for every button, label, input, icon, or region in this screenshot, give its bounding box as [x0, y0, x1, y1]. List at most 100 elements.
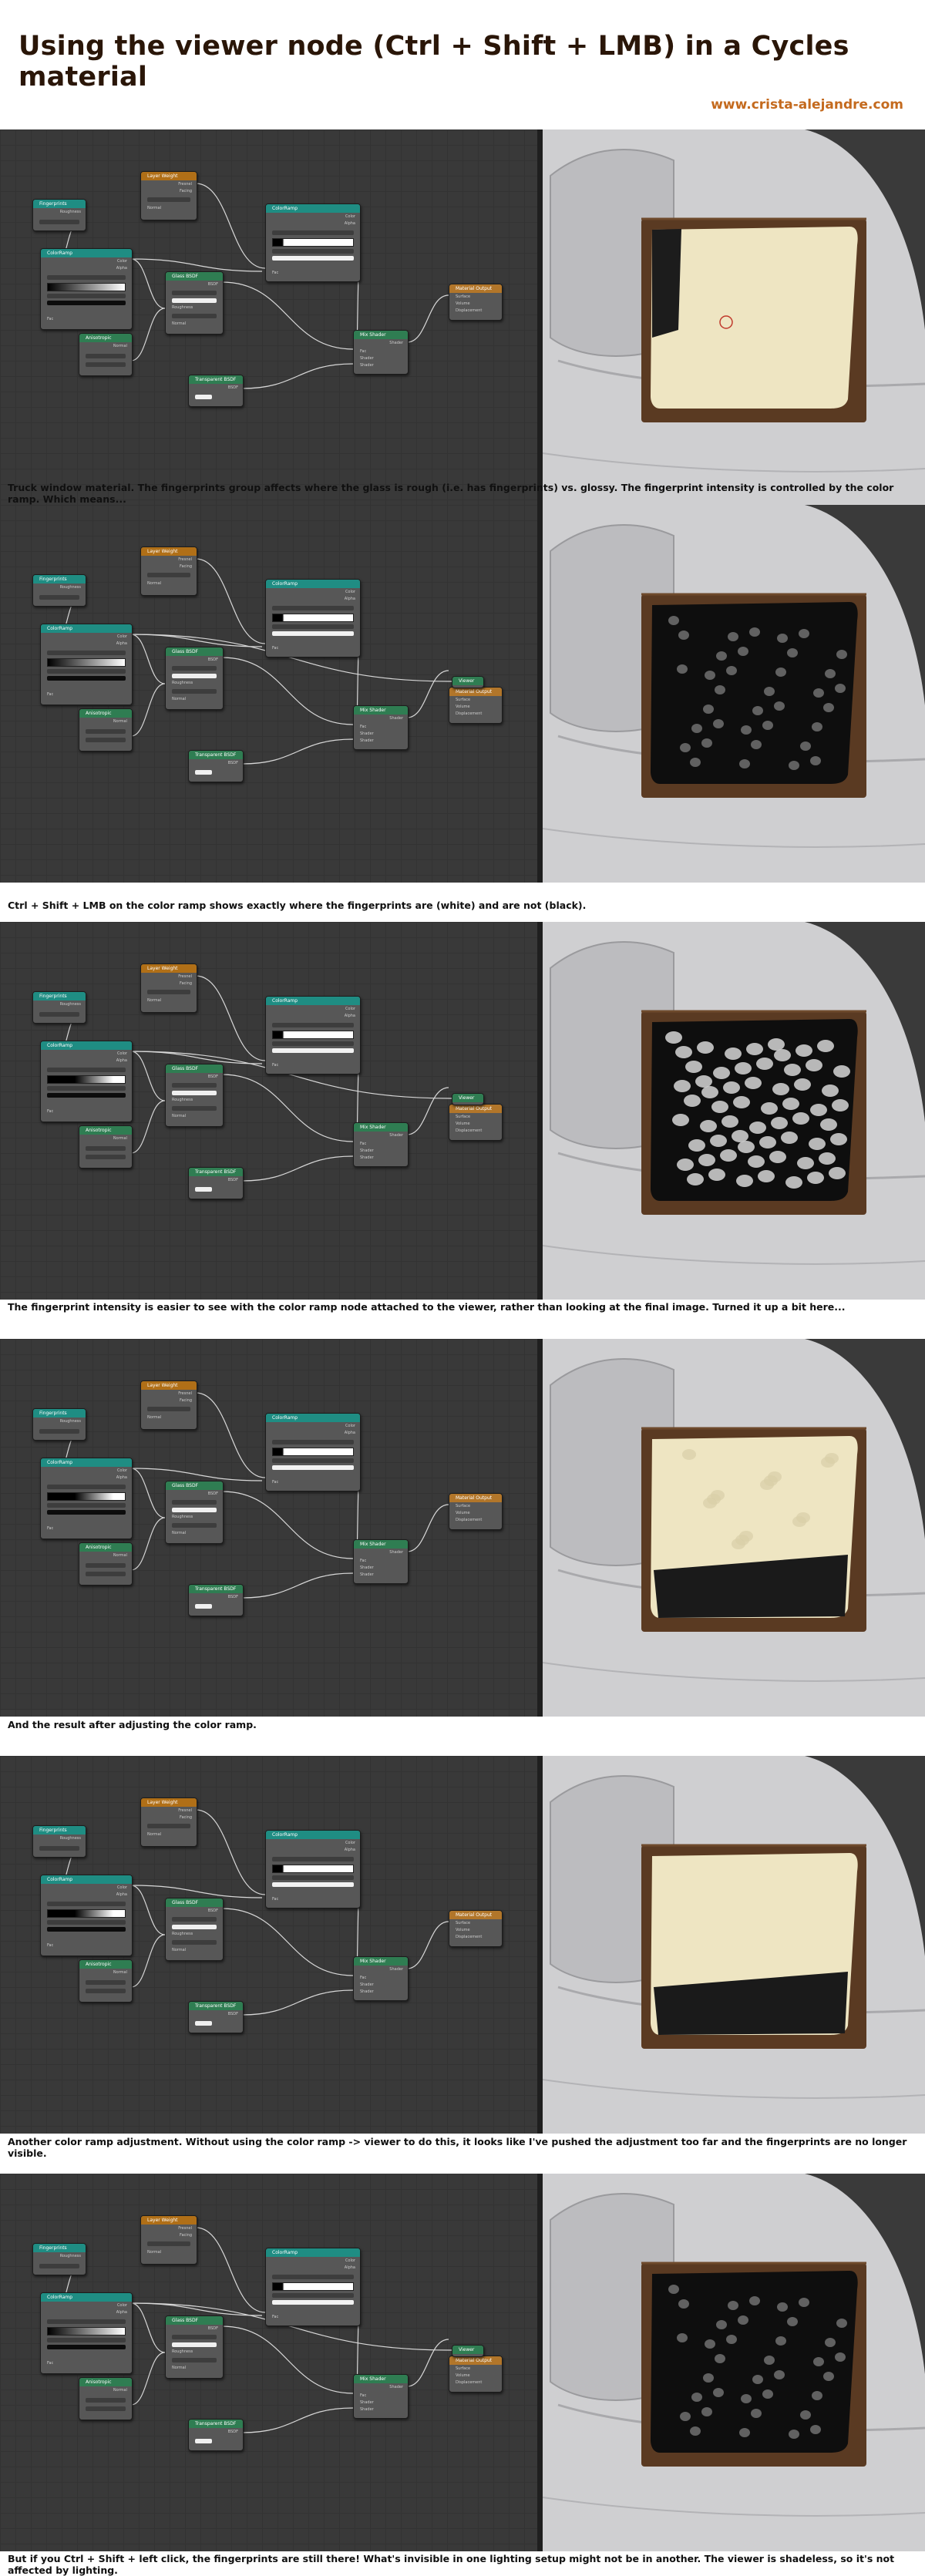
area-divider[interactable] [537, 1339, 543, 1717]
layer-weight-node[interactable]: Layer Weight Fresnel Facing Normal [140, 171, 197, 220]
ramp-color-swatch[interactable] [272, 1882, 354, 1887]
layer-weight-node[interactable]: Layer Weight Fresnel Facing Normal [140, 1797, 197, 1847]
ramp-pos-field[interactable] [272, 624, 354, 629]
ramp-pos-field[interactable] [272, 1875, 354, 1880]
ramp-color-swatch[interactable] [47, 1510, 126, 1515]
strength-field[interactable] [86, 1572, 126, 1576]
ggx-field[interactable] [86, 729, 126, 734]
color-ramp-bar[interactable] [272, 1031, 354, 1039]
fingerprints-node[interactable]: Fingerprints Roughness [32, 1825, 86, 1858]
ramp-pos-field[interactable] [47, 669, 126, 674]
ggx-field[interactable] [86, 1146, 126, 1151]
color-ramp-bar[interactable] [272, 1865, 354, 1873]
material-output-node[interactable]: Material Output Surface Volume Displacem… [449, 2356, 503, 2393]
color-ramp-bar[interactable] [47, 658, 126, 667]
ramp-color-swatch[interactable] [272, 2300, 354, 2305]
fingerprints-node[interactable]: Fingerprints Roughness [32, 199, 86, 231]
colorramp-top-node[interactable]: ColorRamp Color Alpha Fac [265, 1830, 361, 1908]
ramp-pos-field[interactable] [47, 1920, 126, 1925]
colorramp-top-node[interactable]: ColorRamp Color Alpha Fac [265, 203, 361, 282]
viewer-node[interactable]: Viewer [452, 1093, 484, 1105]
area-divider[interactable] [537, 922, 543, 1300]
3d-viewport[interactable] [543, 1756, 925, 2134]
color-swatch[interactable] [195, 1604, 212, 1609]
material-output-node[interactable]: Material Output Surface Volume Displacem… [449, 1910, 503, 1947]
distribution-field[interactable] [172, 1500, 217, 1505]
ramp-controls[interactable] [272, 1023, 354, 1027]
anisotropic-node[interactable]: Anisotropic Normal [79, 333, 133, 376]
anisotropic-node[interactable]: Anisotropic Normal [79, 1125, 133, 1169]
transparent-bsdf-node[interactable]: Transparent BSDF BSDF [188, 2001, 244, 2033]
glass-bsdf-node[interactable]: Glass BSDF BSDF Roughness Normal [165, 1481, 224, 1544]
transparent-bsdf-node[interactable]: Transparent BSDF BSDF [188, 750, 244, 782]
ramp-color-swatch[interactable] [272, 631, 354, 636]
group-field[interactable] [39, 1429, 79, 1434]
mix-shader-node[interactable]: Mix Shader Shader Fac Shader Shader [353, 1539, 409, 1584]
group-field[interactable] [39, 1012, 79, 1017]
transparent-bsdf-node[interactable]: Transparent BSDF BSDF [188, 2419, 244, 2451]
ramp-pos-field[interactable] [272, 249, 354, 254]
distribution-field[interactable] [172, 666, 217, 671]
node-editor[interactable]: Fingerprints Roughness Layer Weight Fres… [0, 505, 537, 883]
3d-viewport[interactable] [543, 922, 925, 1300]
ramp-controls[interactable] [47, 1068, 126, 1072]
ramp-pos-field[interactable] [47, 2338, 126, 2342]
layer-weight-node[interactable]: Layer Weight Fresnel Facing Normal [140, 546, 197, 596]
ramp-color-swatch[interactable] [47, 1927, 126, 1932]
ggx-field[interactable] [86, 1980, 126, 1985]
website-link[interactable]: www.crista-alejandre.com [711, 97, 903, 113]
colorramp-top-node[interactable]: ColorRamp Color Alpha Fac [265, 579, 361, 657]
color-ramp-bar[interactable] [47, 283, 126, 291]
mix-shader-node[interactable]: Mix Shader Shader Fac Shader Shader [353, 705, 409, 750]
ramp-color-swatch[interactable] [272, 1048, 354, 1053]
blend-field[interactable] [147, 1407, 190, 1411]
mix-shader-node[interactable]: Mix Shader Shader Fac Shader Shader [353, 1122, 409, 1167]
colorramp-main-node[interactable]: ColorRamp Color Alpha Fac [40, 1041, 133, 1122]
color-ramp-bar[interactable] [272, 2282, 354, 2291]
blend-field[interactable] [147, 990, 190, 994]
colorramp-main-node[interactable]: ColorRamp Color Alpha Fac [40, 2292, 133, 2374]
strength-field[interactable] [86, 2406, 126, 2411]
material-output-node[interactable]: Material Output Surface Volume Displacem… [449, 284, 503, 321]
ramp-color-swatch[interactable] [272, 256, 354, 261]
fingerprints-node[interactable]: Fingerprints Roughness [32, 574, 86, 607]
ramp-pos-field[interactable] [272, 1458, 354, 1463]
color-swatch[interactable] [195, 2021, 212, 2026]
ramp-color-swatch[interactable] [272, 1465, 354, 1470]
colorramp-main-node[interactable]: ColorRamp Color Alpha Fac [40, 1875, 133, 1956]
ramp-controls[interactable] [47, 2319, 126, 2324]
strength-field[interactable] [86, 362, 126, 367]
color-ramp-bar[interactable] [47, 2327, 126, 2336]
ramp-controls[interactable] [272, 606, 354, 610]
color-swatch[interactable] [195, 395, 212, 399]
3d-viewport[interactable] [543, 1339, 925, 1717]
colorramp-main-node[interactable]: ColorRamp Color Alpha Fac [40, 1458, 133, 1539]
ramp-pos-field[interactable] [272, 1041, 354, 1046]
area-divider[interactable] [537, 1756, 543, 2134]
color-ramp-bar[interactable] [47, 1909, 126, 1918]
ior-field[interactable] [172, 689, 217, 694]
colorramp-top-node[interactable]: ColorRamp Color Alpha Fac [265, 2248, 361, 2326]
ramp-controls[interactable] [47, 651, 126, 655]
viewer-node[interactable]: Viewer [452, 676, 484, 688]
strength-field[interactable] [86, 1989, 126, 1993]
glass-bsdf-node[interactable]: Glass BSDF BSDF Roughness Normal [165, 647, 224, 710]
anisotropic-node[interactable]: Anisotropic Normal [79, 1959, 133, 2003]
fingerprints-node[interactable]: Fingerprints Roughness [32, 991, 86, 1024]
ior-field[interactable] [172, 2358, 217, 2362]
colorramp-top-node[interactable]: ColorRamp Color Alpha Fac [265, 1413, 361, 1491]
3d-viewport[interactable] [543, 505, 925, 883]
group-field[interactable] [39, 1846, 79, 1851]
distribution-field[interactable] [172, 291, 217, 295]
blend-field[interactable] [147, 2241, 190, 2246]
ramp-pos-field[interactable] [47, 294, 126, 298]
distribution-field[interactable] [172, 1917, 217, 1922]
color-ramp-bar[interactable] [47, 1492, 126, 1501]
distribution-field[interactable] [172, 2335, 217, 2339]
transparent-bsdf-node[interactable]: Transparent BSDF BSDF [188, 1584, 244, 1616]
ior-field[interactable] [172, 1940, 217, 1945]
glass-bsdf-node[interactable]: Glass BSDF BSDF Roughness Normal [165, 271, 224, 335]
3d-viewport[interactable] [543, 129, 925, 507]
color-swatch[interactable] [172, 674, 217, 678]
area-divider[interactable] [537, 129, 543, 507]
